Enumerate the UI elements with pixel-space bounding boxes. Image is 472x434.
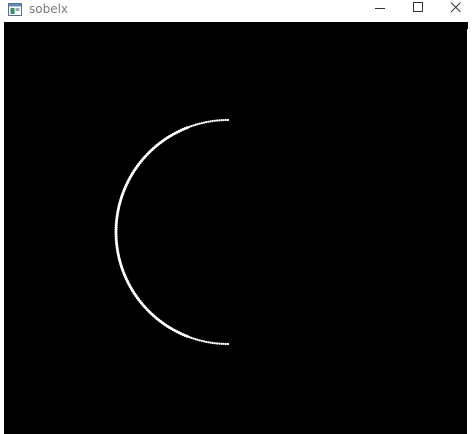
title-bar[interactable]: sobelx bbox=[0, 0, 472, 20]
edge-pixel bbox=[202, 340, 206, 343]
edge-pixel bbox=[188, 125, 191, 129]
edge-pixel bbox=[194, 338, 197, 341]
edge-pixel bbox=[224, 118, 227, 122]
image-right-edge-line bbox=[467, 29, 469, 434]
edge-pixel bbox=[224, 342, 227, 346]
edge-pixel bbox=[213, 119, 216, 122]
edge-pixel bbox=[218, 119, 221, 122]
edge-pixel bbox=[211, 341, 214, 345]
edge-pixel bbox=[213, 342, 216, 345]
edge-pixel bbox=[205, 340, 208, 343]
edge-pixel bbox=[215, 342, 219, 345]
edge-image bbox=[114, 118, 230, 346]
edge-pixel bbox=[194, 123, 197, 126]
edge-pixel bbox=[190, 125, 193, 128]
minimize-button[interactable] bbox=[360, 0, 400, 20]
edge-pixel bbox=[207, 341, 210, 344]
edge-pixel bbox=[196, 123, 199, 126]
app-window: sobelx bbox=[0, 0, 472, 434]
edge-pixel bbox=[222, 342, 225, 346]
edge-pixel bbox=[218, 342, 221, 345]
edge-pixel bbox=[209, 341, 212, 344]
edge-pixel bbox=[192, 337, 195, 340]
maximize-button[interactable] bbox=[398, 0, 438, 20]
edge-pixel bbox=[222, 118, 225, 122]
detected-edge-arc bbox=[114, 118, 230, 346]
edge-pixel bbox=[220, 119, 223, 122]
close-button[interactable] bbox=[436, 0, 472, 20]
edge-pixel bbox=[207, 120, 210, 123]
edge-pixel bbox=[192, 124, 195, 127]
edge-pixel bbox=[198, 122, 201, 125]
edge-pixel bbox=[211, 119, 214, 123]
edge-pixel bbox=[215, 119, 219, 122]
edge-pixel bbox=[220, 342, 223, 345]
edge-pixel bbox=[190, 336, 193, 339]
edge-pixel bbox=[226, 118, 230, 122]
image-view bbox=[4, 22, 468, 434]
window-title: sobelx bbox=[29, 2, 69, 16]
edge-pixel bbox=[196, 338, 199, 341]
edge-pixel bbox=[205, 121, 208, 124]
edge-pixel bbox=[209, 120, 212, 123]
edge-pixel bbox=[200, 121, 204, 125]
edge-pixel bbox=[200, 339, 204, 343]
opencv-window-icon bbox=[8, 3, 22, 16]
edge-pixel bbox=[226, 342, 230, 346]
edge-pixel bbox=[202, 121, 206, 124]
edge-pixel bbox=[198, 339, 201, 342]
